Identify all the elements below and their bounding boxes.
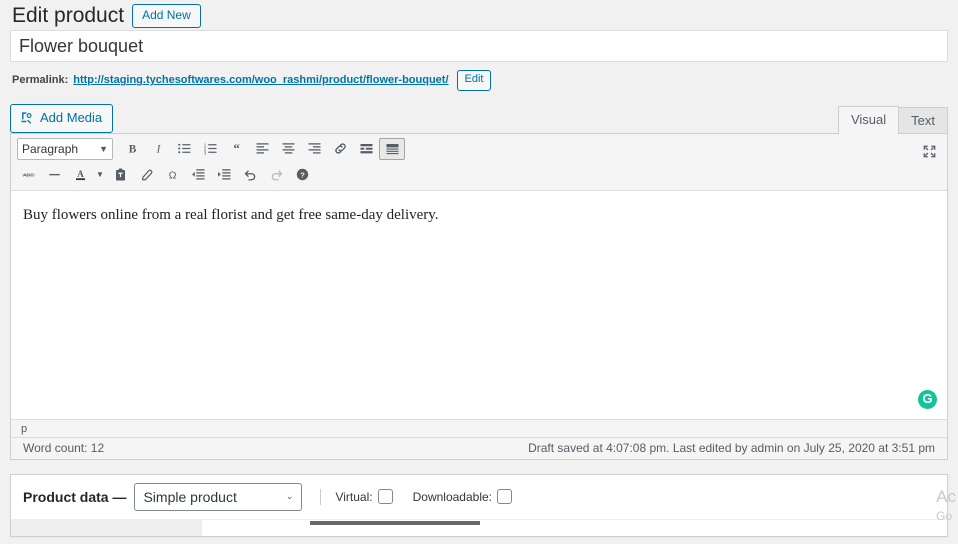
media-and-tabs-row: Add Media Visual Text [10, 101, 948, 135]
svg-text:I: I [155, 143, 161, 155]
grammarly-icon[interactable]: G [918, 389, 937, 409]
product-type-value: Simple product [143, 488, 237, 505]
downloadable-checkbox[interactable] [497, 489, 512, 505]
editor-content-area[interactable]: Buy flowers online from a real florist a… [11, 190, 947, 419]
downloadable-field[interactable]: Downloadable: [412, 489, 512, 505]
bold-icon[interactable]: B [119, 138, 145, 160]
product-title-input[interactable] [10, 30, 948, 62]
text-color-chevron-down-icon[interactable]: ▼ [93, 164, 107, 186]
product-data-header: Product data — Simple product ⌄ Virtual:… [11, 475, 947, 520]
toolbar-row-secondary: ABC A ▼ Ω ? [11, 162, 947, 188]
align-center-icon[interactable] [275, 138, 301, 160]
fullscreen-icon[interactable] [917, 140, 941, 164]
horizontal-rule-icon[interactable] [41, 164, 67, 186]
svg-text:3: 3 [203, 151, 206, 156]
virtual-field[interactable]: Virtual: [335, 489, 393, 505]
divider [320, 488, 322, 505]
special-character-icon[interactable]: Ω [159, 164, 185, 186]
editor-container: Add Media Visual Text Paragraph ▼ B I 1 … [10, 101, 948, 460]
paste-as-text-icon[interactable] [107, 164, 133, 186]
read-more-icon[interactable] [353, 138, 379, 160]
link-icon[interactable] [327, 138, 353, 160]
chevron-down-icon: ▼ [99, 143, 108, 154]
page-header: Edit product Add New [0, 0, 958, 30]
text-color-group: A ▼ [67, 164, 107, 186]
permalink-edit-button[interactable]: Edit [456, 70, 492, 91]
element-path-value[interactable]: p [21, 423, 27, 435]
paragraph-format-value: Paragraph [22, 141, 79, 156]
toolbar-toggle-icon[interactable] [379, 137, 405, 160]
italic-icon[interactable]: I [145, 138, 171, 160]
tab-visual[interactable]: Visual [837, 106, 900, 135]
editor-status-bar: Word count: 12 Draft saved at 4:07:08 pm… [11, 436, 947, 459]
undo-icon[interactable] [237, 164, 263, 186]
product-data-panel: Product data — Simple product ⌄ Virtual:… [10, 473, 948, 537]
chevron-down-icon: ⌄ [285, 491, 294, 502]
paragraph-format-select[interactable]: Paragraph ▼ [17, 137, 113, 160]
svg-text:“: “ [233, 141, 239, 155]
permalink-label: Permalink: [12, 74, 69, 87]
decrease-indent-icon[interactable] [185, 164, 211, 186]
media-icon [20, 111, 34, 125]
product-data-tabs-column[interactable] [11, 519, 202, 536]
virtual-checkbox[interactable] [377, 489, 393, 505]
add-media-button[interactable]: Add Media [10, 104, 114, 133]
permalink-url[interactable]: http://staging.tychesoftwares.com/woo_ra… [73, 74, 448, 86]
element-path-bar: p [11, 418, 947, 437]
strikethrough-icon[interactable]: ABC [15, 164, 41, 186]
blockquote-icon[interactable]: “ [223, 138, 249, 160]
product-data-title: Product data — [23, 488, 127, 505]
clear-formatting-icon[interactable] [133, 164, 159, 186]
downloadable-label: Downloadable: [412, 489, 492, 504]
toolbar-row-primary: Paragraph ▼ B I 1 2 3 “ [11, 136, 947, 162]
add-media-label: Add Media [40, 110, 103, 126]
redo-icon[interactable] [263, 164, 289, 186]
product-type-select[interactable]: Simple product ⌄ [134, 482, 303, 511]
bulleted-list-icon[interactable] [171, 138, 197, 160]
word-count: Word count: 12 [23, 441, 105, 456]
increase-indent-icon[interactable] [211, 164, 237, 186]
title-field-wrapper [0, 30, 958, 62]
editor-mode-tabs: Visual Text [837, 105, 948, 135]
help-icon[interactable]: ? [289, 164, 315, 186]
add-new-button[interactable]: Add New [132, 3, 201, 29]
svg-text:ABC: ABC [23, 173, 34, 179]
page-title: Edit product [12, 4, 125, 28]
editor-toolbar: Paragraph ▼ B I 1 2 3 “ ABC A ▼ Ω ? [11, 133, 947, 191]
permalink-row: Permalink: http://staging.tychesoftwares… [0, 62, 958, 101]
save-status: Draft saved at 4:07:08 pm. Last edited b… [528, 441, 935, 456]
numbered-list-icon[interactable]: 1 2 3 [197, 138, 223, 160]
product-data-body [11, 519, 947, 536]
align-left-icon[interactable] [249, 138, 275, 160]
virtual-label: Virtual: [335, 489, 373, 504]
text-color-icon[interactable]: A [67, 164, 93, 186]
svg-text:A: A [77, 169, 84, 179]
align-right-icon[interactable] [301, 138, 327, 160]
editor-box: Paragraph ▼ B I 1 2 3 “ ABC A ▼ Ω ? Buy … [10, 132, 948, 460]
svg-text:Ω: Ω [168, 169, 176, 181]
svg-text:?: ? [300, 171, 305, 180]
editor-paragraph: Buy flowers online from a real florist a… [23, 206, 439, 223]
svg-text:B: B [128, 143, 136, 155]
product-data-panel-column [202, 519, 947, 536]
active-tab-indicator [310, 520, 480, 525]
tab-text[interactable]: Text [898, 107, 948, 135]
